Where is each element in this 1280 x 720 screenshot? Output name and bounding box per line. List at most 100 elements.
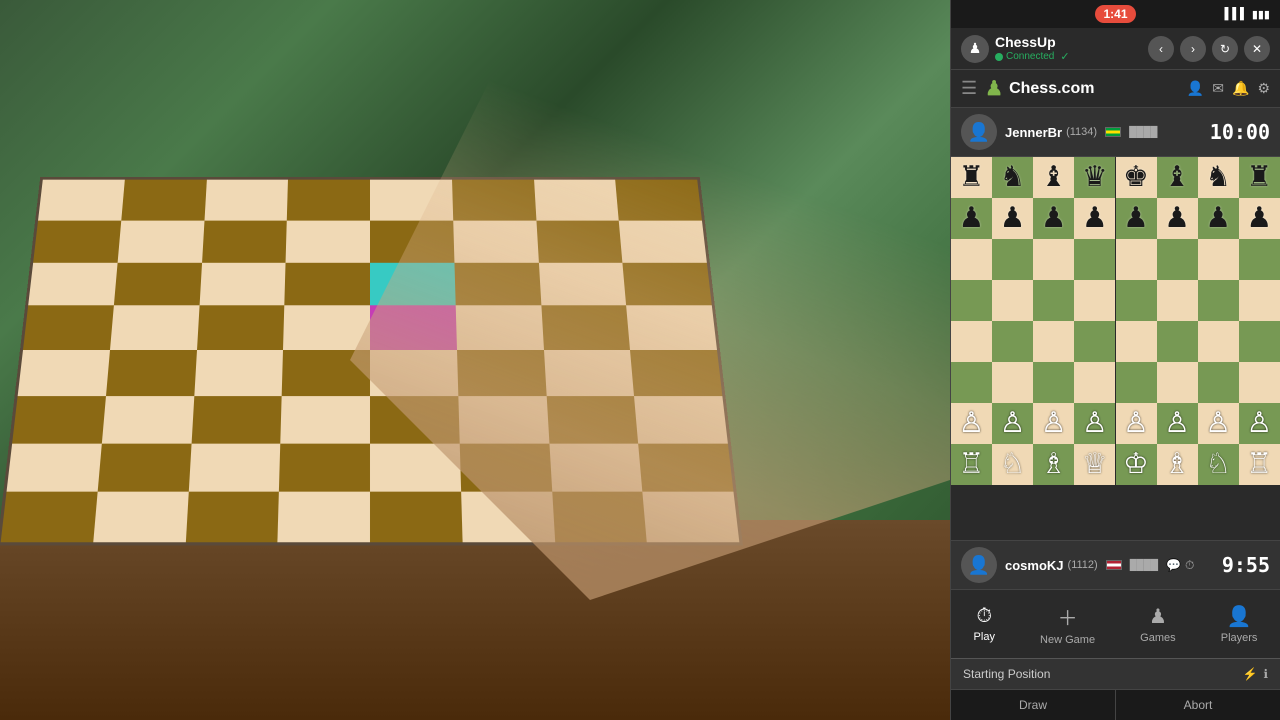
- board-cell: [1116, 280, 1157, 321]
- top-player-name-row: JennerBr (1134) ████: [1005, 125, 1210, 140]
- board-cell: ♞: [992, 157, 1033, 198]
- board-cell: [1116, 321, 1157, 362]
- board-cell: ♟: [951, 198, 992, 239]
- bottom-player-info: cosmoKJ (1112) ████ 💬 ⏱: [1005, 558, 1222, 573]
- nav-icons: 👤 ✉ 🔔 ⚙: [1187, 80, 1270, 97]
- board-cell: ♝: [1033, 157, 1074, 198]
- board-cell: [992, 239, 1033, 280]
- board-cell: ♟: [1239, 198, 1280, 239]
- bottom-player-timer: 9:55: [1222, 553, 1270, 577]
- board-cell: ♙: [951, 403, 992, 444]
- board-photo-cell: [38, 180, 125, 221]
- right-panel: 1:41 ▌▌▌ ▮▮▮ ♟ ChessUp Connected ✓ ‹ › ↻…: [950, 0, 1280, 720]
- status-time: 1:41: [1095, 5, 1135, 23]
- board-photo-cell: [117, 220, 204, 262]
- nav-play[interactable]: ⏱ Play: [964, 601, 1005, 647]
- board-cell: ♟: [1157, 198, 1198, 239]
- board-cell: ♟: [1116, 198, 1157, 239]
- next-button[interactable]: ›: [1180, 36, 1206, 62]
- nav-new-game[interactable]: ＋ New Game: [1030, 598, 1105, 650]
- new-game-icon: ＋: [1058, 602, 1078, 631]
- info-icon[interactable]: ℹ: [1263, 667, 1268, 681]
- board-cell: ♗: [1157, 444, 1198, 485]
- board-cell: [1033, 239, 1074, 280]
- top-player-flag: [1105, 127, 1121, 137]
- hamburger-icon[interactable]: ☰: [961, 78, 977, 99]
- board-cell: ♛: [1074, 157, 1115, 198]
- clock-icon: ⏱: [1185, 558, 1194, 573]
- board-photo-cell: [18, 350, 110, 396]
- board-cell: [1074, 239, 1115, 280]
- header-controls: ‹ › ↻ ✕: [1148, 36, 1270, 62]
- starting-position-bar: Starting Position ⚡ ℹ: [951, 658, 1280, 689]
- board-photo-cell: [283, 306, 370, 350]
- bottom-player-avatar-icon: 👤: [968, 555, 990, 576]
- board-cell: [992, 321, 1033, 362]
- board-cell: [1116, 362, 1157, 403]
- chess-photo-background: (function() { const grid = document.quer…: [0, 0, 950, 720]
- board-photo-cell: [1, 492, 98, 542]
- bottom-tab-bar: Draw Abort: [951, 689, 1280, 720]
- bell-icon[interactable]: 🔔: [1232, 80, 1249, 97]
- board-cell: [1239, 321, 1280, 362]
- top-player-rating: (1134): [1066, 126, 1097, 138]
- refresh-button[interactable]: ↻: [1212, 36, 1238, 62]
- close-button[interactable]: ✕: [1244, 36, 1270, 62]
- chessup-brand: ♟ ChessUp Connected ✓: [961, 34, 1070, 63]
- games-label: Games: [1140, 632, 1175, 644]
- board-photo-cell: [199, 262, 286, 305]
- battery-icon: ▮▮▮: [1252, 8, 1270, 21]
- chess-navbar-left: ☰ ♟ Chess.com: [961, 76, 1094, 101]
- top-player-row: 👤 JennerBr (1134) ████ 10:00: [951, 108, 1280, 157]
- board-cell: [1198, 321, 1239, 362]
- chess-board-display: ♜♞♝♛♚♝♞♜♟♟♟♟♟♟♟♟♙♙♙♙♙♙♙♙♖♘♗♕♔♗♘♖: [951, 157, 1280, 540]
- mail-icon[interactable]: ✉: [1212, 80, 1224, 97]
- board-photo-cell: [285, 262, 370, 305]
- board-cell: [1157, 321, 1198, 362]
- gear-icon[interactable]: ⚙: [1257, 80, 1270, 97]
- prev-button[interactable]: ‹: [1148, 36, 1174, 62]
- bottom-player-name: cosmoKJ: [1005, 558, 1064, 573]
- board-cell: ♙: [1239, 403, 1280, 444]
- board-cell: ♗: [1033, 444, 1074, 485]
- board-cell: ♙: [1157, 403, 1198, 444]
- board-cell: ♘: [1198, 444, 1239, 485]
- lightning-icon[interactable]: ⚡: [1242, 667, 1257, 681]
- board-cell: ♕: [1074, 444, 1115, 485]
- chat-icon[interactable]: 💬: [1166, 558, 1181, 572]
- board-cell: ♜: [951, 157, 992, 198]
- nav-players[interactable]: 👤 Players: [1211, 600, 1268, 648]
- board-cell: ♟: [1033, 198, 1074, 239]
- top-player-avatar: 👤: [961, 114, 997, 150]
- board-cell: ♟: [1074, 198, 1115, 239]
- top-player-signal: ████: [1129, 127, 1157, 138]
- board-cell: ♟: [992, 198, 1033, 239]
- board-photo-cell: [185, 492, 279, 542]
- abort-tab[interactable]: Abort: [1116, 690, 1280, 720]
- top-player-timer: 10:00: [1210, 120, 1270, 144]
- board-cell: [1198, 239, 1239, 280]
- board-cell: ♙: [1074, 403, 1115, 444]
- status-icons: ▌▌▌ ▮▮▮: [1224, 8, 1270, 21]
- chessup-info: ChessUp Connected ✓: [995, 34, 1070, 63]
- board-cell: ♚: [1116, 157, 1157, 198]
- person-icon[interactable]: 👤: [1187, 80, 1204, 97]
- board-cell: [1239, 239, 1280, 280]
- nav-games[interactable]: ♟ Games: [1130, 600, 1185, 648]
- table-surface: [0, 520, 950, 720]
- board-cell: ♙: [1116, 403, 1157, 444]
- connected-badge: Connected ✓: [995, 50, 1070, 63]
- connected-text: Connected: [1006, 51, 1054, 62]
- board-cell: [992, 362, 1033, 403]
- play-label: Play: [974, 631, 995, 643]
- new-game-label: New Game: [1040, 634, 1095, 646]
- board-cell: ♙: [1033, 403, 1074, 444]
- top-player-name: JennerBr: [1005, 125, 1062, 140]
- board-cell: ♝: [1157, 157, 1198, 198]
- draw-tab[interactable]: Draw: [951, 690, 1116, 720]
- board-cell: ♞: [1198, 157, 1239, 198]
- board-photo-cell: [204, 180, 288, 221]
- board-photo-cell: [370, 492, 462, 542]
- board-photo-cell: [7, 443, 102, 492]
- top-player-avatar-icon: 👤: [968, 122, 990, 143]
